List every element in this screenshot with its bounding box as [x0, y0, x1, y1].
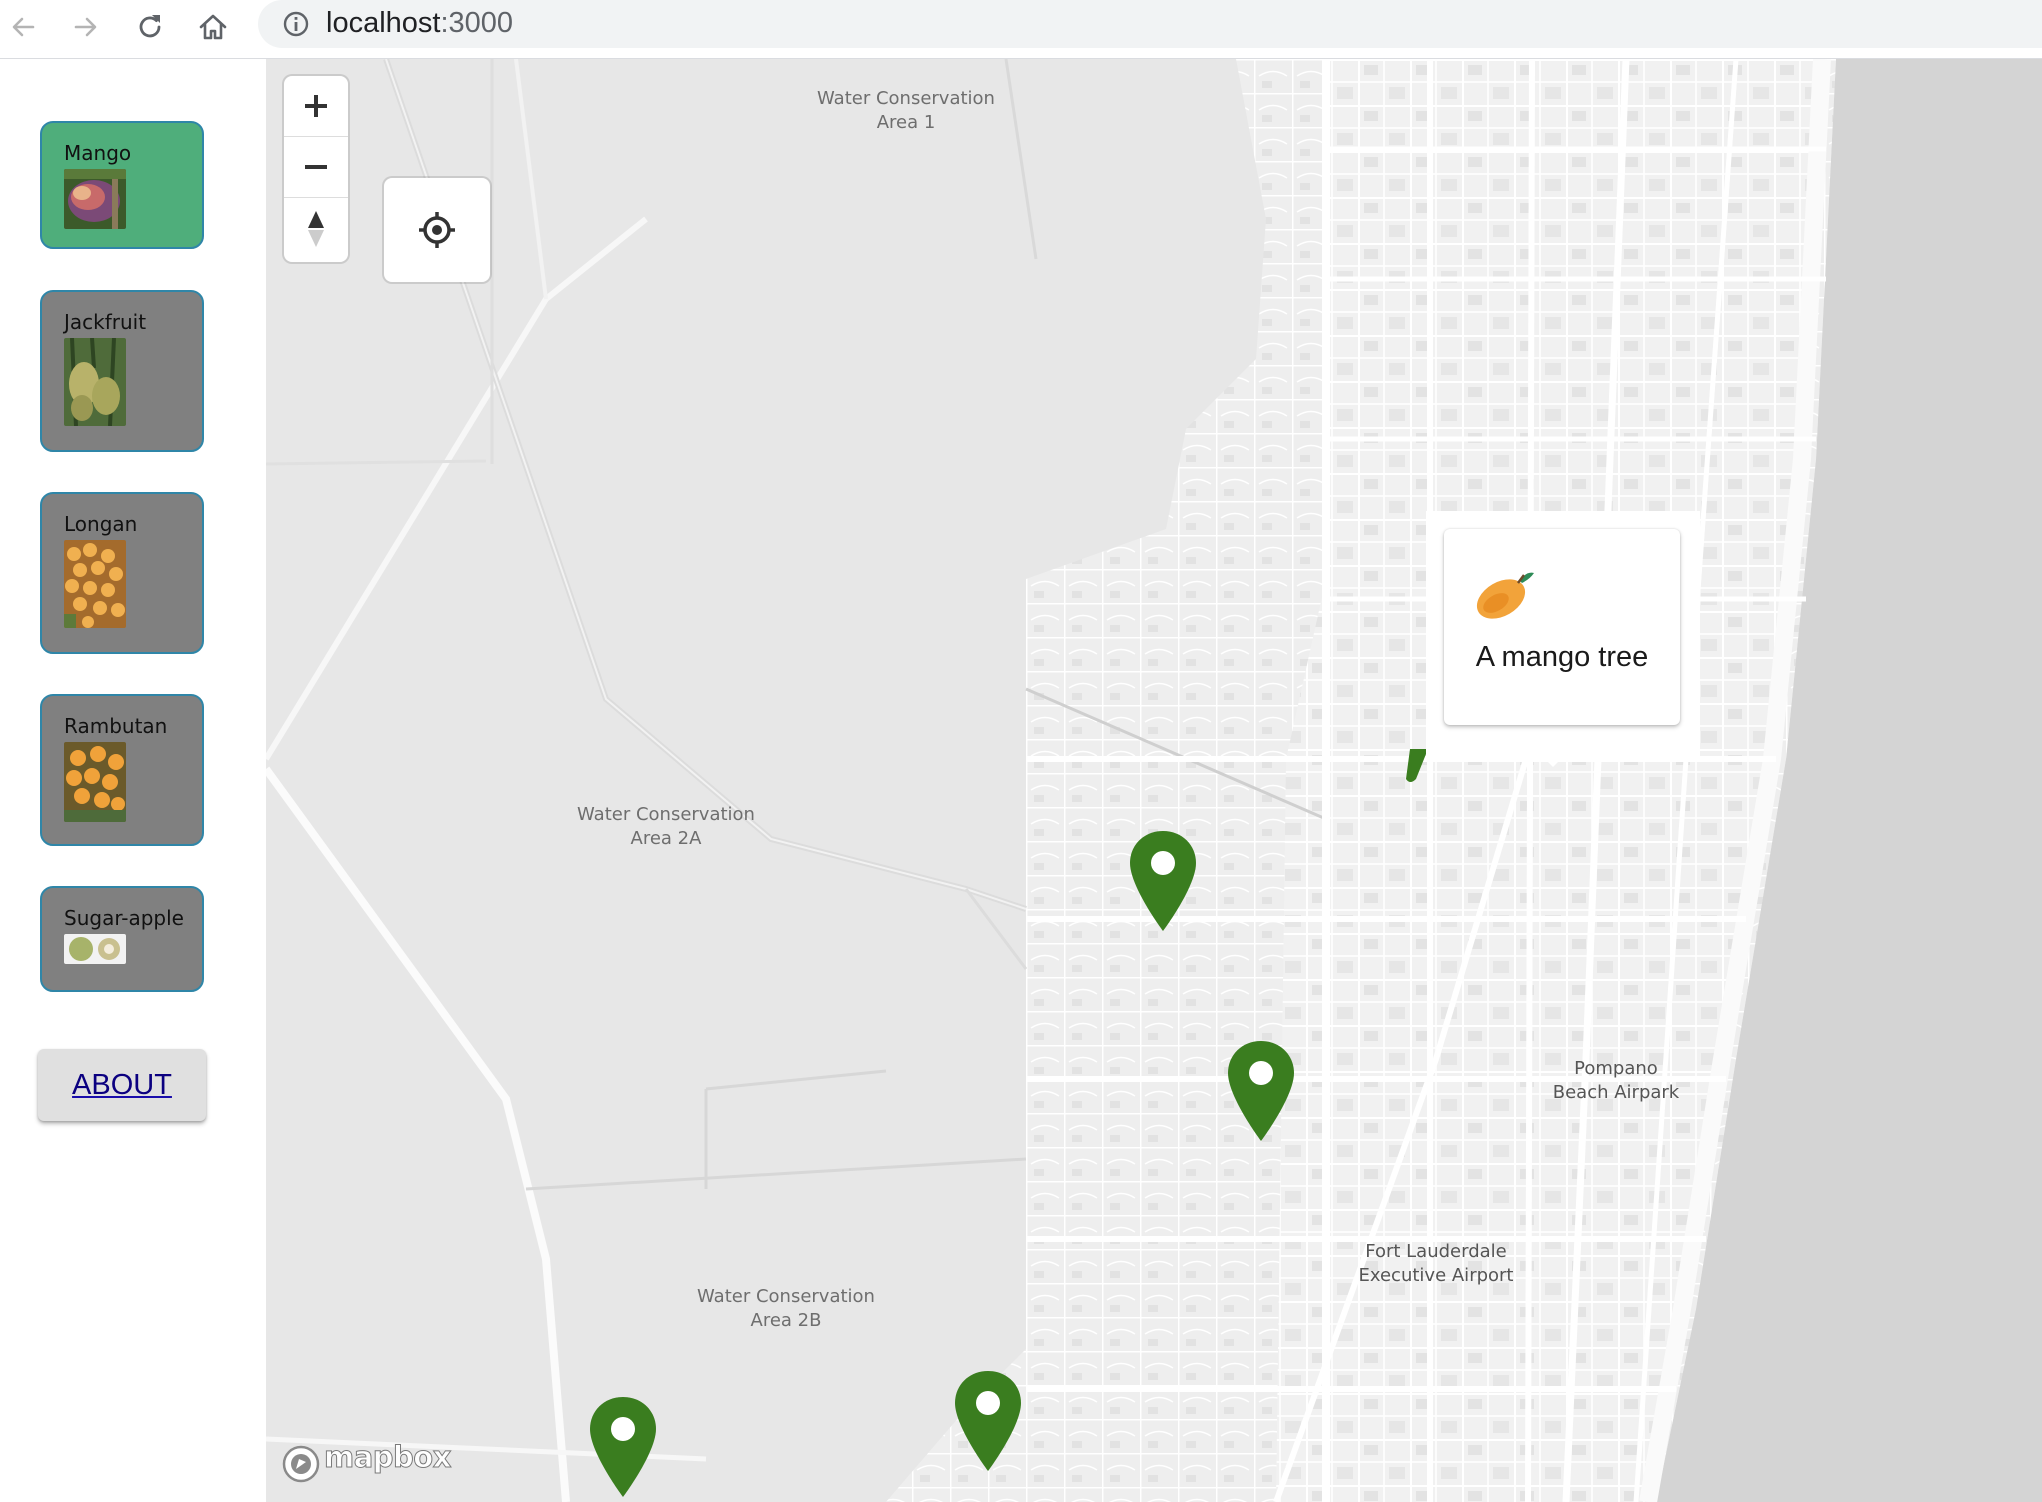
about-button-label: ABOUT [72, 1068, 172, 1101]
fruit-card-label: Rambutan [64, 714, 168, 738]
fruit-card-label: Sugar-apple [64, 906, 184, 930]
geolocate-button[interactable] [384, 178, 490, 282]
label-water-conservation-area-2b: Water Conservation Area 2B [697, 1286, 875, 1331]
fruit-card-jackfruit[interactable]: Jackfruit [40, 290, 204, 452]
address-bar[interactable]: localhost:3000 [258, 0, 2042, 48]
tree-marker[interactable] [953, 1369, 1023, 1473]
tree-marker[interactable] [588, 1395, 658, 1499]
crosshair-icon [419, 212, 455, 248]
fruit-card-rambutan[interactable]: Rambutan [40, 694, 204, 846]
mango-photo [64, 169, 126, 229]
map-basemap [266, 59, 2042, 1502]
fruit-card-mango[interactable]: Mango [40, 121, 204, 249]
fruit-card-longan[interactable]: Longan [40, 492, 204, 654]
reload-button[interactable] [127, 4, 173, 50]
map-pin-icon [955, 1371, 1021, 1471]
tree-marker[interactable] [1128, 829, 1198, 933]
tree-popup: A mango tree [1426, 511, 1700, 767]
tree-popup-card[interactable]: A mango tree [1444, 529, 1680, 725]
url-text[interactable]: localhost:3000 [326, 5, 513, 41]
back-button[interactable] [0, 4, 46, 50]
longan-photo [64, 540, 126, 628]
url-port: :3000 [440, 7, 514, 39]
zoom-out-button[interactable] [284, 137, 348, 198]
fruit-card-label: Longan [64, 512, 138, 536]
sugar-apple-photo [64, 934, 126, 964]
label-pompano-beach-airpark: Pompano Beach Airpark [1552, 1058, 1680, 1103]
mapbox-wordmark[interactable]: mapbox [324, 1440, 452, 1475]
fruit-sidebar: Mango Jackfruit Longan Rambutan Sugar-ap… [0, 59, 266, 1502]
about-button[interactable]: ABOUT [38, 1049, 206, 1121]
reload-icon [139, 15, 161, 38]
map-pin-icon [1130, 831, 1196, 931]
label-fort-lauderdale-executive-airport: Fort Lauderdale Executive Airport [1358, 1241, 1514, 1286]
label-water-conservation-area-1: Water Conservation Area 1 [817, 88, 995, 133]
arrow-left-icon [12, 17, 35, 37]
fruit-card-sugar-apple[interactable]: Sugar-apple [40, 886, 204, 992]
minus-icon [305, 165, 327, 169]
rambutan-photo [64, 742, 126, 822]
arrow-right-icon [74, 17, 97, 37]
home-icon [199, 14, 227, 40]
fruit-card-label: Mango [64, 141, 132, 165]
info-icon[interactable] [280, 8, 312, 40]
jackfruit-photo [64, 338, 126, 426]
fruit-card-label: Jackfruit [64, 310, 147, 334]
forward-button[interactable] [63, 4, 109, 50]
tree-marker[interactable] [1226, 1039, 1296, 1143]
tree-popup-tip [1539, 753, 1567, 767]
map-pin-icon [1228, 1041, 1294, 1141]
label-water-conservation-area-2a: Water Conservation Area 2A [577, 804, 755, 849]
url-host: localhost [326, 7, 441, 39]
map-navigation-control [284, 76, 348, 262]
tree-popup-text: A mango tree [1475, 641, 1649, 673]
mango-icon [1476, 572, 1534, 619]
map-pin-icon [590, 1397, 656, 1497]
home-button[interactable] [190, 4, 236, 50]
browser-toolbar: localhost:3000 [0, 0, 2042, 59]
zoom-in-button[interactable] [284, 76, 348, 137]
plus-icon [305, 95, 327, 117]
compass-button[interactable] [284, 198, 348, 259]
map-canvas[interactable]: Water Conservation Area 1 Water Conserva… [266, 59, 2042, 1502]
compass-icon [308, 210, 324, 247]
